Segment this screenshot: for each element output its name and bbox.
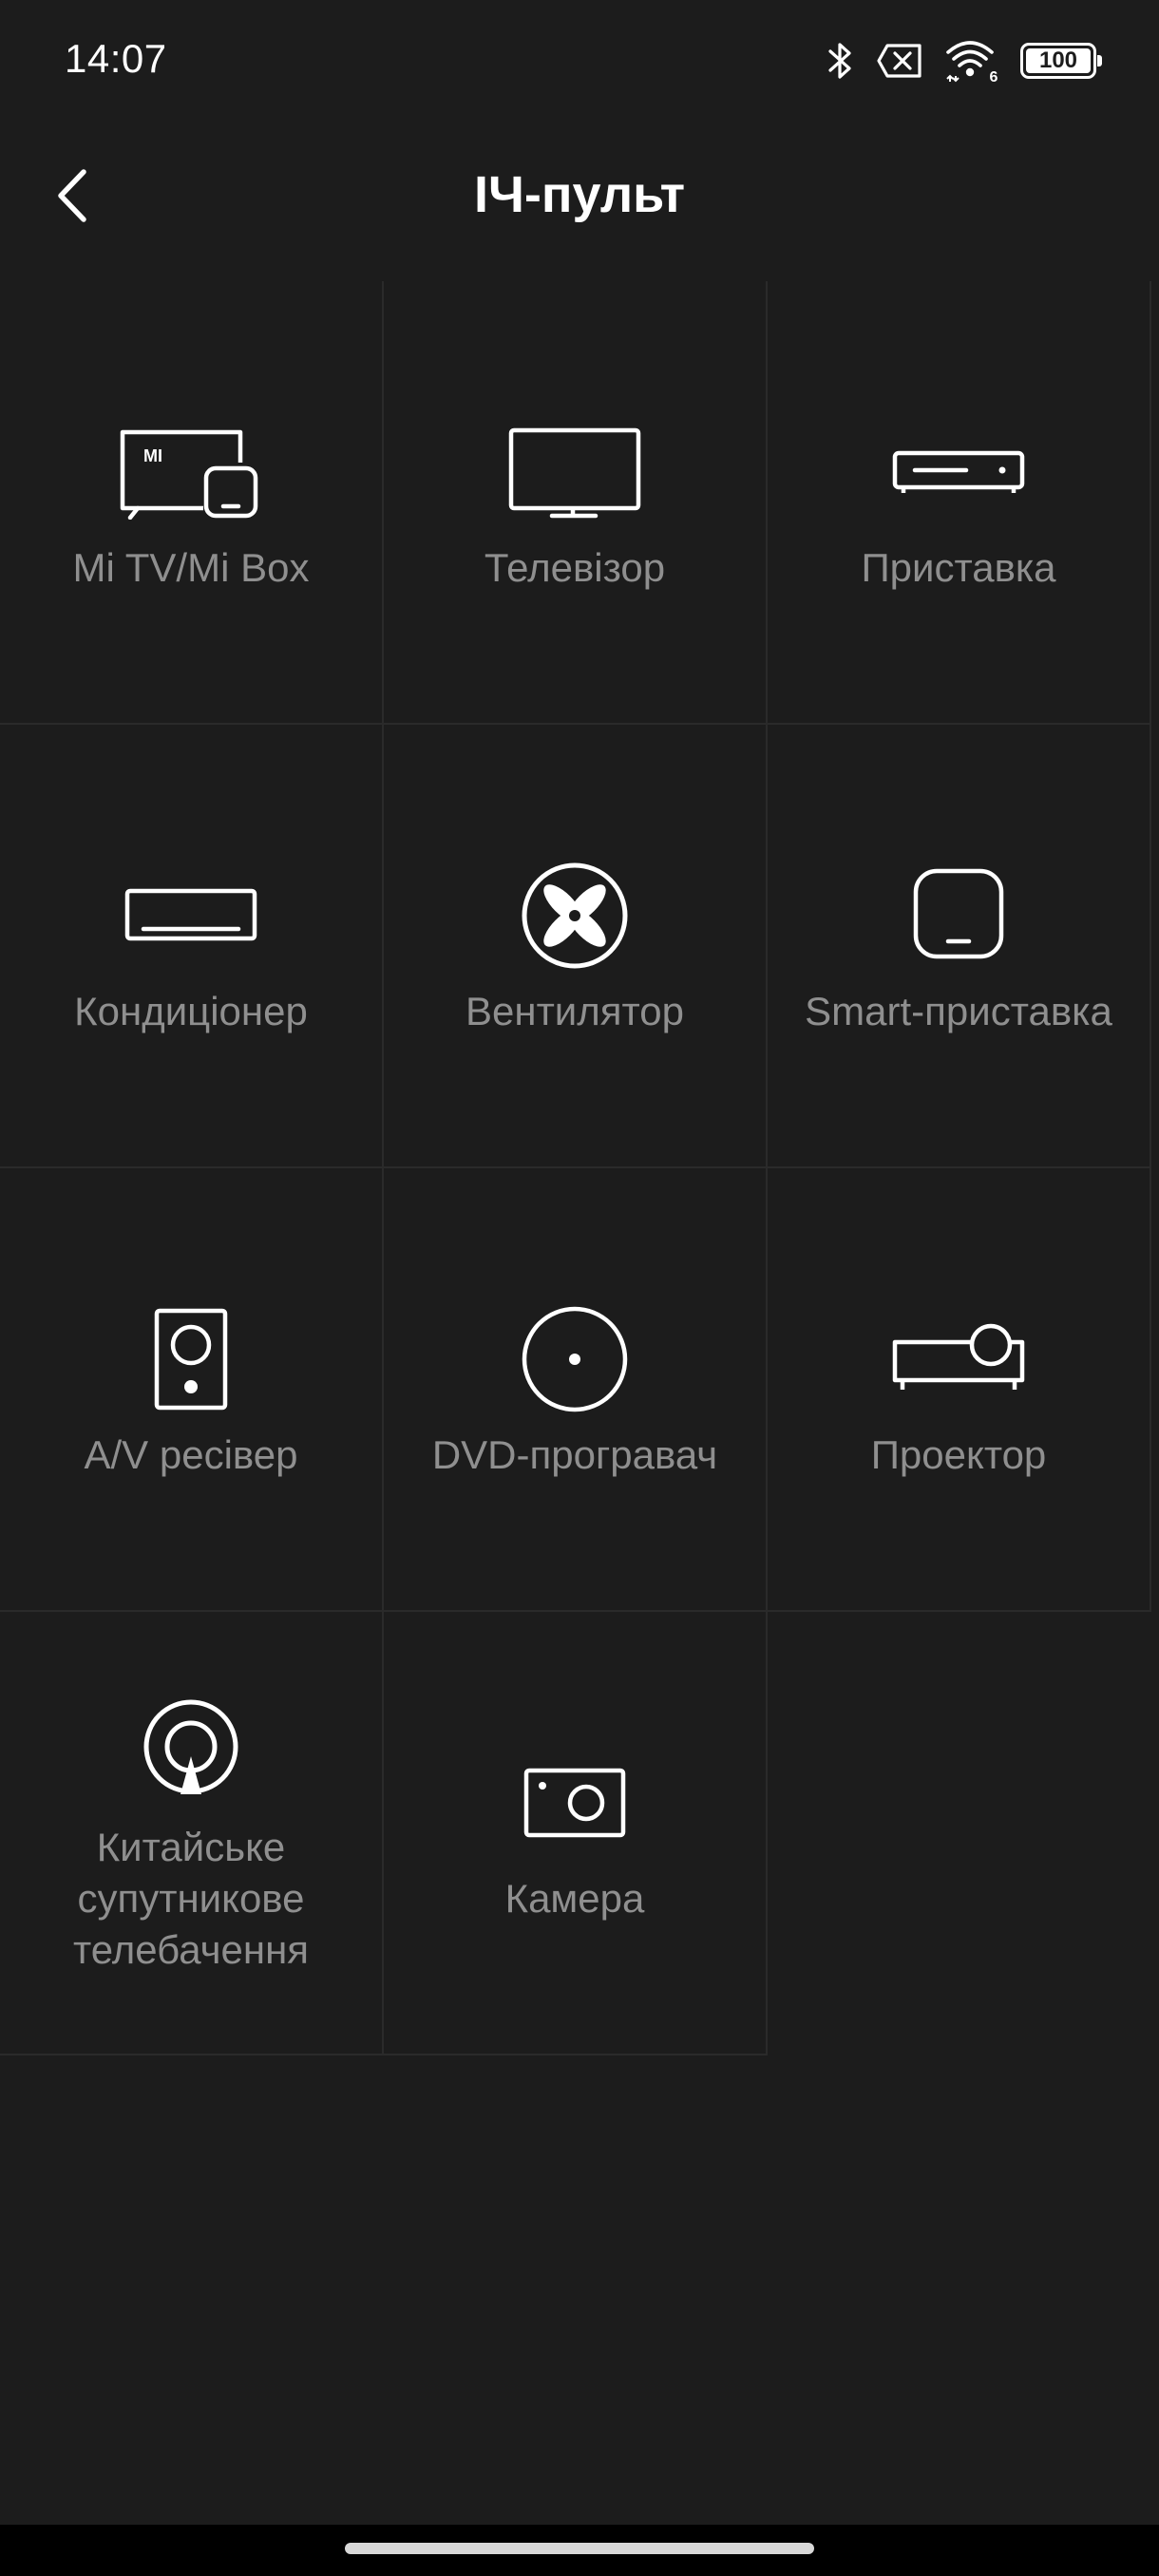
projector-icon [883,1302,1035,1416]
air-conditioner-icon [115,859,267,973]
dvd-icon [499,1302,651,1416]
device-label: Китайське супутникове телебачення [72,1824,310,1972]
mi-tv-box-icon: MI [115,415,267,529]
device-tile-smart-box[interactable]: Smart-приставка [768,725,1151,1168]
device-tile-mi-tv-box[interactable]: MI Mi TV/Mi Box [0,281,384,725]
set-top-box-icon [883,415,1035,529]
device-tile-dvd[interactable]: DVD-програвач [384,1168,768,1612]
device-grid: MI Mi TV/Mi Box Телевізор Приставка Конд… [0,281,1151,2055]
page-title: ІЧ-пульт [473,166,686,223]
svg-text:6: 6 [990,69,998,83]
device-tile-camera[interactable]: Камера [384,1612,768,2055]
home-indicator[interactable] [345,2543,814,2554]
svg-text:MI: MI [143,446,162,465]
camera-icon [499,1746,651,1860]
device-label: Проектор [870,1431,1047,1477]
smart-box-icon [883,859,1035,973]
device-label: DVD-програвач [431,1431,718,1477]
device-tile-fan[interactable]: Вентилятор [384,725,768,1168]
device-tile-projector[interactable]: Проектор [768,1168,1151,1612]
status-time: 14:07 [65,36,167,81]
device-tile-set-top-box[interactable]: Приставка [768,281,1151,725]
device-label: Mi TV/Mi Box [72,544,310,590]
device-tile-air-conditioner[interactable]: Кондиціонер [0,725,384,1168]
sim-card-x-icon [877,44,922,78]
empty-tile [768,1612,1151,2055]
device-label: Приставка [861,544,1056,590]
battery-icon: 100 [1020,43,1102,79]
header: ІЧ-пульт [0,123,1159,266]
fan-icon [499,859,651,973]
satellite-icon [115,1695,267,1809]
navigation-bar [0,2525,1159,2576]
device-label: Камера [504,1875,645,1921]
device-label: Smart-приставка [805,988,1112,1033]
device-label: Вентилятор [466,988,684,1033]
device-tile-tv[interactable]: Телевізор [384,281,768,725]
tv-icon [499,415,651,529]
device-label: A/V ресівер [84,1431,298,1477]
status-bar: 14:07 6 100 [0,0,1159,123]
device-tile-satellite[interactable]: Китайське супутникове телебачення [0,1612,384,2055]
status-icons: 6 100 [826,36,1102,85]
device-tile-av-receiver[interactable]: A/V ресівер [0,1168,384,1612]
device-label: Телевізор [484,544,666,590]
wifi-icon: 6 [946,41,998,83]
battery-level: 100 [1038,47,1078,73]
speaker-icon [115,1302,267,1416]
bluetooth-icon [828,43,851,79]
device-label: Кондиціонер [74,988,308,1033]
